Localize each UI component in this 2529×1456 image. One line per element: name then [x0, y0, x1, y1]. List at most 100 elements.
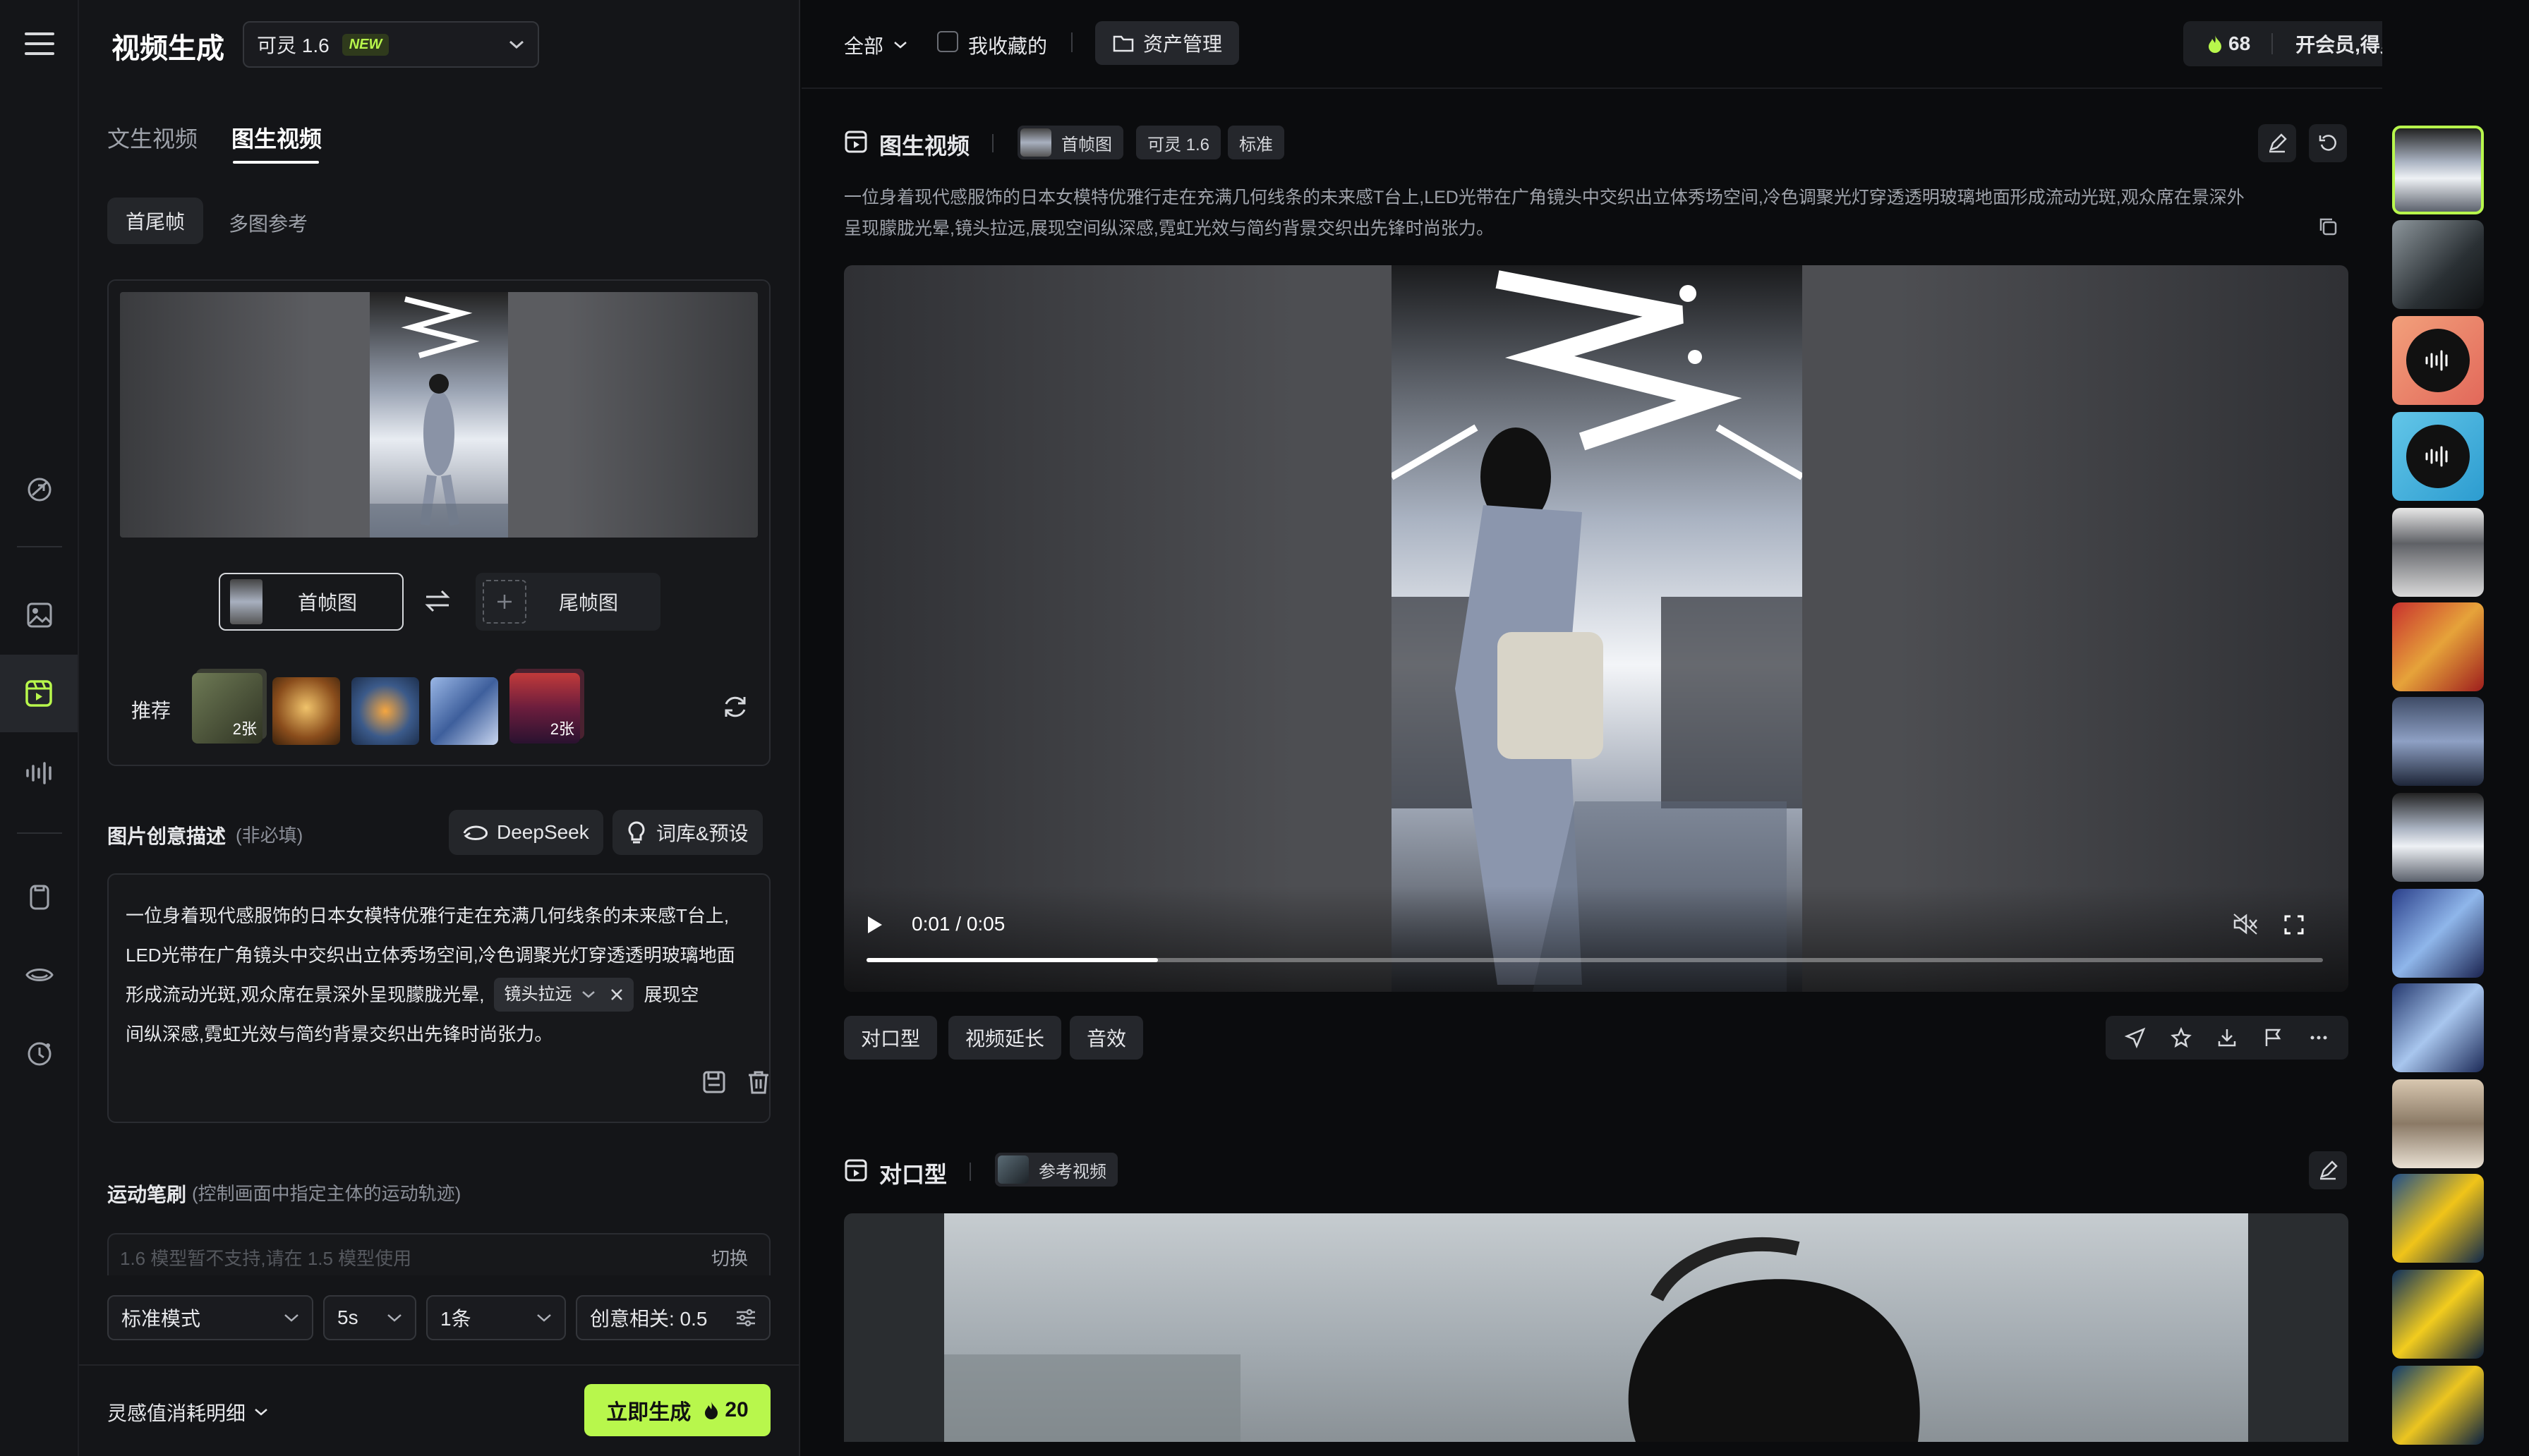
history-thumb[interactable]	[2392, 602, 2484, 691]
separator	[970, 1163, 971, 1181]
video-player-2[interactable]	[844, 1213, 2348, 1442]
last-frame-button[interactable]: 尾帧图	[476, 573, 660, 631]
creativity-setting[interactable]: 创意相关: 0.5	[576, 1295, 771, 1340]
history-thumb[interactable]	[2392, 220, 2484, 309]
controls-gradient	[844, 886, 2348, 992]
regenerate-button[interactable]	[2309, 124, 2347, 162]
model-select[interactable]: 可灵 1.6 NEW	[243, 21, 539, 68]
download-icon[interactable]	[2216, 1027, 2238, 1048]
first-frame-label: 首帧图	[298, 592, 358, 614]
more-icon[interactable]	[2308, 1027, 2329, 1048]
flag-icon[interactable]	[2262, 1027, 2283, 1048]
mute-icon[interactable]	[2233, 913, 2258, 935]
separator	[992, 134, 994, 152]
close-icon[interactable]	[610, 988, 624, 1002]
star-icon[interactable]	[2171, 1027, 2192, 1048]
tab-image-to-video[interactable]: 图生视频	[231, 121, 322, 154]
model-name: 可灵 1.6	[257, 35, 330, 56]
tag-thumb	[998, 1155, 1029, 1184]
recommend-thumb[interactable]: 2张	[509, 673, 580, 744]
audio-icon	[2406, 425, 2470, 488]
presets-button[interactable]: 词库&预设	[612, 810, 763, 855]
history-thumb[interactable]	[2392, 793, 2484, 882]
save-icon[interactable]	[701, 1069, 727, 1095]
send-icon[interactable]	[2125, 1027, 2146, 1048]
menu-icon[interactable]	[17, 21, 62, 66]
history-thumb[interactable]	[2392, 983, 2484, 1072]
image-icon[interactable]	[17, 593, 62, 638]
card1-toolbar	[2106, 1016, 2348, 1060]
subtab-multi-ref[interactable]: 多图参考	[229, 209, 308, 237]
card2-title: 对口型	[879, 1162, 948, 1187]
subtab-first-last[interactable]: 首尾帧	[107, 198, 204, 244]
video-icon[interactable]	[0, 655, 78, 732]
history-thumb[interactable]	[2392, 889, 2484, 978]
edit-button[interactable]	[2258, 124, 2296, 162]
chevron-down-icon	[509, 40, 524, 49]
motion-title: 运动笔刷	[107, 1184, 187, 1206]
duration-select[interactable]: 5s	[323, 1295, 416, 1340]
pencil-icon	[2269, 133, 2287, 153]
video-player[interactable]: 0:01 / 0:05	[844, 265, 2348, 992]
chevron-down-icon	[255, 1409, 267, 1416]
fullscreen-icon[interactable]	[2283, 914, 2305, 935]
chevron-down-icon	[894, 42, 907, 49]
left-rail	[0, 0, 79, 1456]
history-thumb-selected[interactable]	[2392, 126, 2484, 214]
preview-image	[370, 292, 508, 538]
play-icon[interactable]	[865, 914, 885, 935]
edit-button[interactable]	[2309, 1151, 2347, 1189]
model-tag: 可灵 1.6	[1136, 126, 1221, 159]
history-thumb[interactable]	[2392, 1079, 2484, 1168]
history-thumb-audio[interactable]	[2392, 316, 2484, 405]
plus-icon	[483, 580, 526, 624]
recommend-thumb[interactable]	[351, 677, 419, 745]
history-thumb[interactable]	[2392, 508, 2484, 597]
undo-icon	[2319, 135, 2336, 151]
history-thumb[interactable]	[2392, 1366, 2484, 1445]
magic-icon[interactable]	[17, 467, 62, 512]
audio-icon[interactable]	[17, 751, 62, 796]
tab-text-to-video[interactable]: 文生视频	[107, 121, 198, 154]
favorites-label[interactable]: 我收藏的	[968, 31, 1047, 59]
config-panel: 视频生成 可灵 1.6 NEW 文生视频 图生视频 首尾帧 多图参考 首帧图 尾…	[79, 0, 800, 1456]
motion-switch-link[interactable]: 切换	[711, 1244, 748, 1270]
count-select[interactable]: 1条	[426, 1295, 566, 1340]
recommend-thumb[interactable]	[272, 677, 340, 745]
phone-icon[interactable]	[17, 875, 62, 920]
history-thumb[interactable]	[2392, 1174, 2484, 1263]
chevron-down-icon	[284, 1314, 298, 1322]
video-extend-button[interactable]: 视频延长	[948, 1016, 1062, 1060]
copy-icon[interactable]	[2317, 216, 2338, 237]
recommend-thumb[interactable]	[430, 677, 498, 745]
audio-icon	[2406, 329, 2470, 392]
camera-tag[interactable]: 镜头拉远	[494, 978, 634, 1012]
prompt-textarea[interactable]: 一位身着现代感服饰的日本女模特优雅行走在充满几何线条的未来感T台上, LED光带…	[107, 873, 771, 1123]
eye-icon[interactable]	[17, 952, 62, 997]
favorites-checkbox[interactable]	[937, 31, 958, 52]
progress-fill	[867, 958, 1158, 962]
motion-brush-box: 1.6 模型暂不支持,请在 1.5 模型使用 切换	[107, 1233, 771, 1275]
swap-icon[interactable]	[423, 588, 452, 614]
sliders-icon	[737, 1309, 755, 1327]
trash-icon[interactable]	[747, 1069, 771, 1095]
cost-detail-link[interactable]: 灵感值消耗明细	[107, 1398, 268, 1426]
rail-divider	[17, 546, 62, 547]
first-frame-button[interactable]: 首帧图	[219, 573, 404, 631]
history-icon[interactable]	[17, 1031, 62, 1076]
mode-select[interactable]: 标准模式	[107, 1295, 313, 1340]
history-thumb-audio[interactable]	[2392, 412, 2484, 501]
progress-track[interactable]	[867, 958, 2323, 962]
separator	[1071, 32, 1073, 52]
generate-button[interactable]: 立即生成 20	[584, 1384, 771, 1436]
asset-manage-button[interactable]: 资产管理	[1095, 21, 1240, 65]
sound-effect-button[interactable]: 音效	[1070, 1016, 1144, 1060]
recommend-thumb[interactable]: 2张	[192, 673, 262, 744]
history-thumb[interactable]	[2392, 697, 2484, 786]
filter-all-dropdown[interactable]: 全部	[844, 31, 907, 59]
lip-sync-button[interactable]: 对口型	[844, 1016, 938, 1060]
history-thumb[interactable]	[2392, 1270, 2484, 1359]
motion-disabled-text: 1.6 模型暂不支持,请在 1.5 模型使用	[120, 1248, 412, 1269]
refresh-icon[interactable]	[721, 693, 749, 721]
deepseek-button[interactable]: DeepSeek	[449, 810, 603, 855]
